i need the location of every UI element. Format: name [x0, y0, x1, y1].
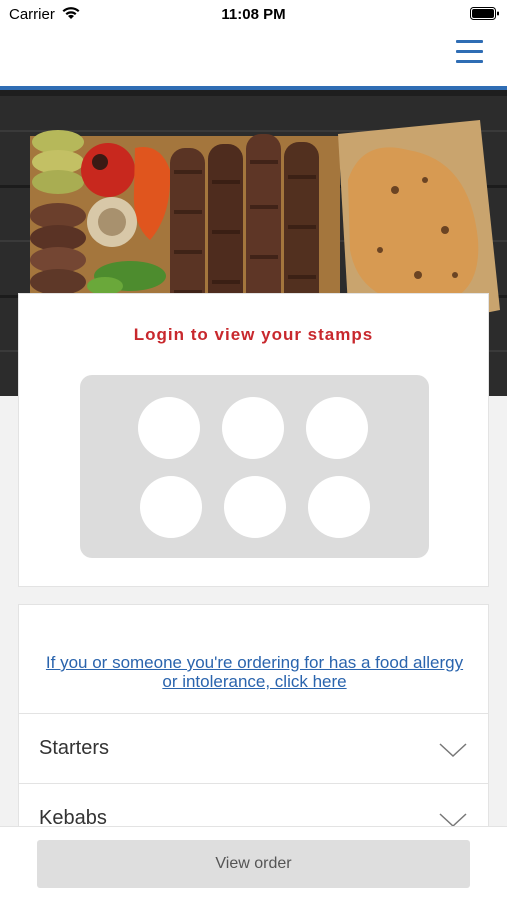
stamp-slot: [140, 476, 202, 538]
login-to-view-stamps-link[interactable]: Login to view your stamps: [19, 325, 488, 345]
category-label: Starters: [39, 737, 110, 759]
allergy-info-link[interactable]: If you or someone you're ordering for ha…: [39, 653, 470, 691]
view-order-button[interactable]: View order: [37, 840, 470, 888]
stamp-slot: [222, 397, 284, 459]
allergy-info-card: If you or someone you're ordering for ha…: [18, 604, 489, 714]
stamp-slot: [308, 476, 370, 538]
stamp-grid: [80, 375, 429, 558]
nav-bar: [0, 30, 507, 86]
stamp-card: Login to view your stamps: [18, 293, 489, 587]
stamp-slot: [224, 476, 286, 538]
category-row-starters[interactable]: Starters: [18, 714, 489, 784]
status-time: 11:08 PM: [221, 6, 286, 23]
chevron-down-icon: [439, 743, 467, 758]
hamburger-menu-icon[interactable]: [456, 40, 483, 64]
stamp-slot: [306, 397, 368, 459]
battery-icon: [470, 7, 499, 20]
stamp-slot: [138, 397, 200, 459]
bottom-action-bar: View order: [0, 826, 507, 901]
status-bar: Carrier 11:08 PM: [0, 0, 507, 30]
